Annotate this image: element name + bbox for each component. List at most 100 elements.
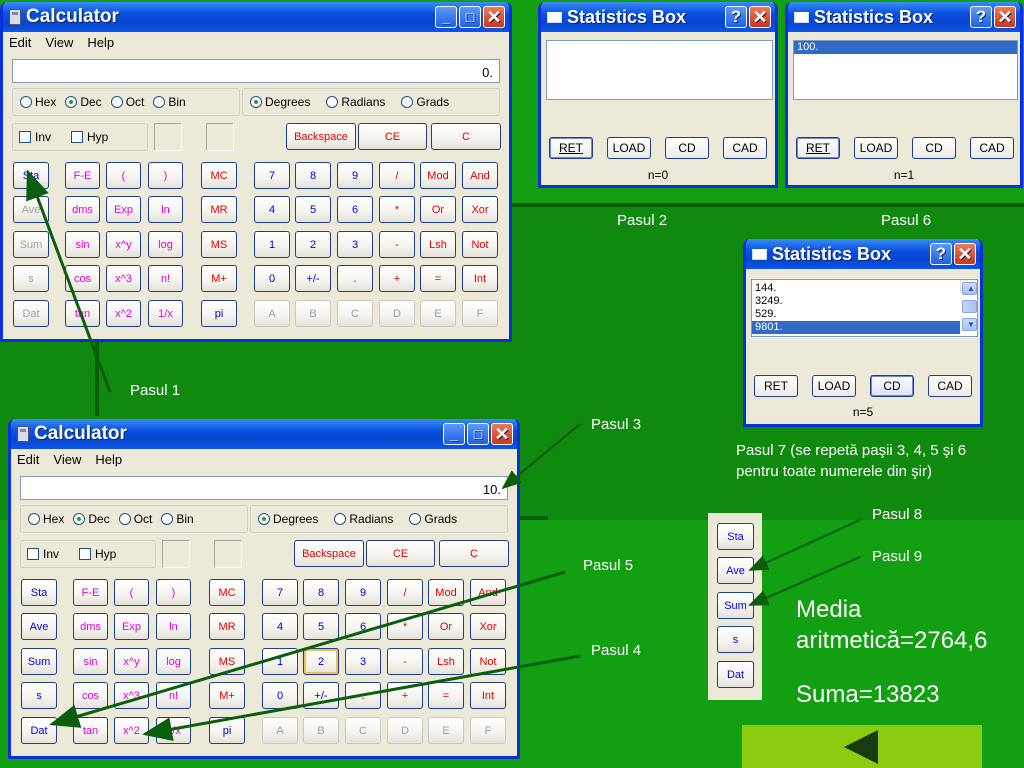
memory-button[interactable]: MS bbox=[201, 231, 237, 258]
close-icon[interactable]: ✕ bbox=[954, 243, 976, 265]
title-bar[interactable]: Statistics Box ? ✕ bbox=[746, 239, 980, 269]
radio-oct[interactable]: Oct bbox=[110, 95, 144, 109]
keypad-button[interactable]: - bbox=[379, 231, 415, 258]
keypad-button[interactable]: = bbox=[420, 265, 456, 292]
keypad-button[interactable]: 5 bbox=[303, 613, 339, 640]
keypad-button[interactable]: 2 bbox=[295, 231, 331, 258]
list-item[interactable]: 529. bbox=[752, 308, 977, 321]
sci-button[interactable]: x^y bbox=[114, 648, 149, 675]
keypad-button[interactable]: C bbox=[345, 717, 381, 744]
help-icon[interactable]: ? bbox=[725, 6, 747, 28]
sci-button[interactable]: ( bbox=[106, 162, 141, 189]
keypad-button[interactable]: F bbox=[462, 300, 498, 327]
keypad-button[interactable]: - bbox=[387, 648, 423, 675]
keypad-button[interactable]: + bbox=[379, 265, 415, 292]
sci-button[interactable]: Exp bbox=[106, 196, 141, 223]
keypad-button[interactable]: +/- bbox=[295, 265, 331, 292]
stat-button[interactable]: Dat bbox=[21, 717, 57, 744]
sci-button[interactable]: tan bbox=[65, 300, 100, 327]
close-icon[interactable]: ✕ bbox=[491, 423, 513, 445]
sci-button[interactable]: Exp bbox=[114, 613, 149, 640]
keypad-button[interactable]: 8 bbox=[295, 162, 331, 189]
keypad-button[interactable]: 9 bbox=[337, 162, 373, 189]
keypad-button[interactable]: / bbox=[387, 579, 423, 606]
stat-button[interactable]: Sta bbox=[13, 162, 49, 189]
scrollbar[interactable]: ▲ ▼ bbox=[960, 280, 977, 331]
maximize-icon[interactable]: □ bbox=[459, 6, 481, 28]
cad-button[interactable]: CAD bbox=[723, 137, 767, 159]
sci-button[interactable]: F-E bbox=[65, 162, 100, 189]
load-button[interactable]: LOAD bbox=[607, 137, 651, 159]
checkbox-inv[interactable]: Inv bbox=[19, 130, 51, 144]
sta-button[interactable]: Sta bbox=[717, 523, 754, 550]
sci-button[interactable]: x^2 bbox=[114, 717, 149, 744]
keypad-button[interactable]: 7 bbox=[262, 579, 298, 606]
keypad-button[interactable]: 5 bbox=[295, 196, 331, 223]
scroll-up-icon[interactable]: ▲ bbox=[962, 282, 977, 295]
keypad-button[interactable]: . bbox=[345, 682, 381, 709]
menu-help[interactable]: Help bbox=[95, 452, 122, 467]
stat-button[interactable]: Ave bbox=[21, 613, 57, 640]
keypad-button[interactable]: Xor bbox=[462, 196, 498, 223]
stat-button[interactable]: s bbox=[13, 265, 49, 292]
keypad-button[interactable]: / bbox=[379, 162, 415, 189]
statistics-box-3[interactable]: Statistics Box ? ✕ 144. 3249. 529. 9801.… bbox=[743, 239, 983, 427]
keypad-button[interactable]: Or bbox=[420, 196, 456, 223]
menu-help[interactable]: Help bbox=[87, 35, 114, 50]
title-bar[interactable]: Statistics Box ? ✕ bbox=[788, 2, 1020, 32]
sci-button[interactable]: cos bbox=[65, 265, 100, 292]
keypad-button[interactable]: . bbox=[337, 265, 373, 292]
load-button[interactable]: LOAD bbox=[812, 375, 856, 397]
calculator-window-top[interactable]: Calculator _ □ ✕ Edit View Help 0. Hex D… bbox=[0, 2, 512, 342]
radio-radians[interactable]: Radians bbox=[334, 512, 393, 526]
keypad-button[interactable]: E bbox=[428, 717, 464, 744]
keypad-button[interactable]: Xor bbox=[470, 613, 506, 640]
edit-button[interactable]: CE bbox=[358, 123, 427, 150]
keypad-button[interactable]: Not bbox=[462, 231, 498, 258]
keypad-button[interactable]: E bbox=[420, 300, 456, 327]
memory-button[interactable]: MC bbox=[209, 579, 245, 606]
sci-button[interactable]: tan bbox=[73, 717, 108, 744]
stat-button[interactable]: Sum bbox=[13, 231, 49, 258]
sci-button[interactable]: n! bbox=[156, 682, 191, 709]
keypad-button[interactable]: C bbox=[337, 300, 373, 327]
radio-bin[interactable]: Bin bbox=[161, 512, 194, 526]
ret-button[interactable]: RET bbox=[549, 137, 593, 159]
memory-button[interactable]: MR bbox=[209, 613, 245, 640]
radio-radians[interactable]: Radians bbox=[326, 95, 385, 109]
keypad-button[interactable]: 4 bbox=[262, 613, 298, 640]
sci-button[interactable]: sin bbox=[65, 231, 100, 258]
stat-button[interactable]: s bbox=[21, 682, 57, 709]
keypad-button[interactable]: 1 bbox=[262, 648, 298, 675]
cad-button[interactable]: CAD bbox=[928, 375, 972, 397]
keypad-button[interactable]: And bbox=[470, 579, 506, 606]
sci-button[interactable]: x^3 bbox=[114, 682, 149, 709]
keypad-button[interactable]: D bbox=[379, 300, 415, 327]
statistics-box-2[interactable]: Statistics Box ? ✕ 100. RET LOAD CD CAD … bbox=[785, 2, 1023, 188]
sci-button[interactable]: 1/x bbox=[156, 717, 191, 744]
keypad-button[interactable]: A bbox=[254, 300, 290, 327]
keypad-button[interactable]: B bbox=[303, 717, 339, 744]
keypad-button[interactable]: + bbox=[387, 682, 423, 709]
menu-view[interactable]: View bbox=[53, 452, 81, 467]
keypad-button[interactable]: 0 bbox=[262, 682, 298, 709]
keypad-button[interactable]: 3 bbox=[337, 231, 373, 258]
sci-button[interactable]: 1/x bbox=[148, 300, 183, 327]
sci-button[interactable]: sin bbox=[73, 648, 108, 675]
keypad-button[interactable]: * bbox=[379, 196, 415, 223]
scroll-down-icon[interactable]: ▼ bbox=[962, 318, 977, 331]
keypad-button[interactable]: Int bbox=[470, 682, 506, 709]
radio-degrees[interactable]: Degrees bbox=[250, 95, 310, 109]
sci-button[interactable]: n! bbox=[148, 265, 183, 292]
keypad-button[interactable]: And bbox=[462, 162, 498, 189]
sci-button[interactable]: log bbox=[156, 648, 191, 675]
cd-button[interactable]: CD bbox=[912, 137, 956, 159]
minimize-icon[interactable]: _ bbox=[443, 423, 465, 445]
sci-button[interactable]: F-E bbox=[73, 579, 108, 606]
radio-oct[interactable]: Oct bbox=[118, 512, 152, 526]
sci-button[interactable]: ln bbox=[156, 613, 191, 640]
statistics-box-1[interactable]: Statistics Box ? ✕ RET LOAD CD CAD n=0 bbox=[538, 2, 778, 188]
keypad-button[interactable]: Not bbox=[470, 648, 506, 675]
sum-button[interactable]: Sum bbox=[717, 592, 754, 619]
list-item[interactable]: 9801. bbox=[752, 321, 960, 334]
